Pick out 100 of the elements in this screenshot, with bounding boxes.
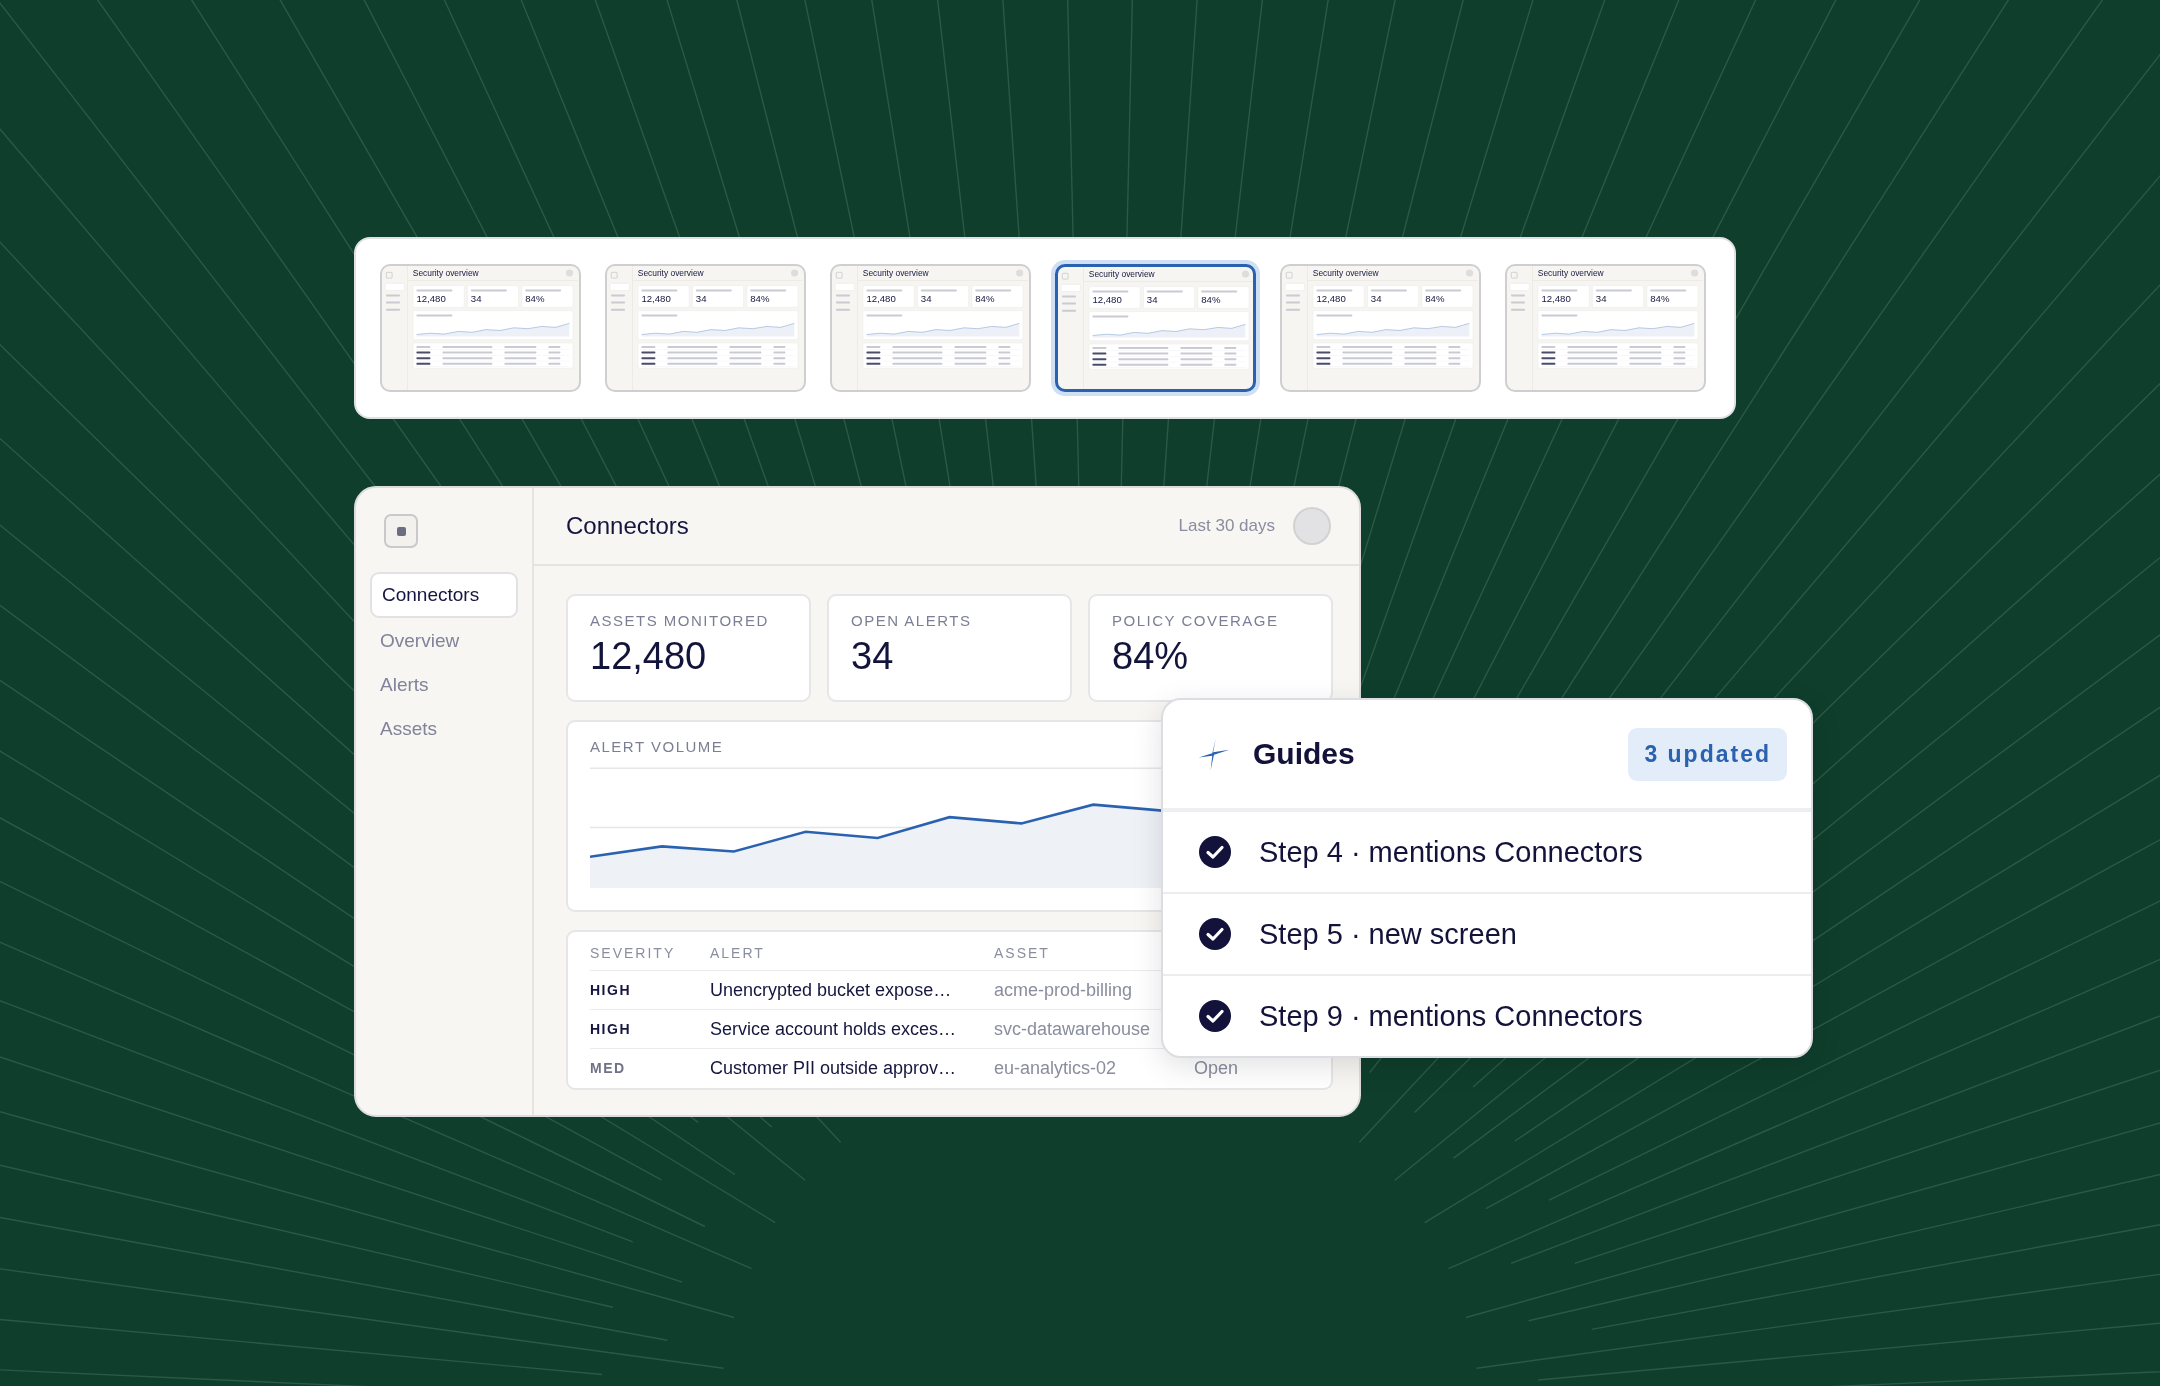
screen-title: Connectors: [566, 512, 690, 540]
cell-bar: [1541, 351, 1556, 354]
nav-item-bar: [836, 294, 850, 297]
kpi-value: 84%: [975, 293, 996, 305]
kpi-value: 84%: [1112, 635, 1190, 678]
cell-bar: [1316, 362, 1331, 365]
kpi-value: 34: [1146, 294, 1159, 306]
guide-item[interactable]: Step 9 · mentions Connectors: [1163, 976, 1811, 1056]
label-bar: [1541, 289, 1578, 292]
guide-item[interactable]: Step 5 · new screen: [1163, 894, 1811, 976]
cell-bar: [729, 351, 762, 354]
avatar-icon: [1016, 269, 1024, 277]
cell-bar: [442, 351, 493, 354]
kpi-value: 34: [470, 293, 483, 305]
screen-thumbnail[interactable]: Security overview 12,480 34 84%: [830, 264, 1031, 392]
nav-item-bar: [1062, 302, 1076, 305]
kpi-value: 12,480: [866, 293, 897, 305]
label-bar: [866, 314, 903, 317]
kpi-value: 34: [851, 635, 895, 678]
label-bar: [1146, 290, 1183, 293]
cell-bar: [1224, 352, 1237, 355]
cell-bar: [954, 362, 987, 365]
cell-bar: [1629, 362, 1662, 365]
kpi-value: 84%: [1425, 293, 1446, 305]
kpi-value: 12,480: [1316, 293, 1347, 305]
cell-bar: [1541, 362, 1556, 365]
cell-bar: [1404, 351, 1437, 354]
screen-thumbnail[interactable]: Security overview 12,480 34 84%: [1505, 264, 1706, 392]
nav-item[interactable]: Alerts: [370, 664, 518, 706]
cell-bar: [1629, 357, 1662, 360]
logo-icon: [384, 514, 418, 548]
kpi-value: 12,480: [590, 635, 708, 678]
label-bar: [920, 289, 957, 292]
cell-bar: [1567, 362, 1618, 365]
cell-bar: [1448, 362, 1461, 365]
cell-bar: [641, 357, 656, 360]
avatar-icon: [791, 269, 799, 277]
label-bar: [641, 289, 678, 292]
kpi-label: ASSETS MONITORED: [590, 612, 769, 629]
cell-bar: [892, 362, 943, 365]
cell-bar: [1180, 352, 1213, 355]
screen-title: Security overview: [637, 268, 705, 278]
nav-item[interactable]: Overview: [370, 620, 518, 662]
cell-bar: [504, 362, 537, 365]
kpi-label: POLICY COVERAGE: [1112, 612, 1279, 629]
nav-item-bar: [836, 308, 850, 311]
avatar-icon[interactable]: [1293, 507, 1331, 545]
cell-bar: [1404, 357, 1437, 360]
nav-item-bar: [386, 294, 400, 297]
cell-bar: [773, 362, 786, 365]
cell-bar: [548, 351, 561, 354]
cell-bar: [866, 357, 881, 360]
cell-bar: [1224, 358, 1237, 361]
label-bar: [641, 314, 678, 317]
screen-thumbnail[interactable]: Security overview 12,480 34 84%: [380, 264, 581, 392]
cell-bar: [1118, 352, 1169, 355]
cell-bar: [442, 357, 493, 360]
guide-item[interactable]: Step 4 · mentions Connectors: [1163, 812, 1811, 894]
cell-bar: [548, 362, 561, 365]
cell-bar: [1092, 352, 1107, 355]
cell-bar: [1404, 362, 1437, 365]
label-bar: [975, 289, 1012, 292]
avatar-icon: [1691, 269, 1699, 277]
label-bar: [1650, 289, 1687, 292]
nav-item-bar: [836, 301, 850, 304]
screen-thumbnail[interactable]: Security overview 12,480 34 84%: [1280, 264, 1481, 392]
table-cell: Open: [1194, 1057, 1239, 1079]
column-header: ASSET: [994, 945, 1051, 961]
nav-item-bar: [1511, 294, 1525, 297]
nav-item-bar: [611, 301, 625, 304]
cell-bar: [1673, 362, 1686, 365]
cell-bar: [892, 351, 943, 354]
cell-bar: [1567, 357, 1618, 360]
label-bar: [866, 289, 903, 292]
label-bar: [1370, 289, 1407, 292]
cell-bar: [1180, 358, 1213, 361]
nav-item-bar: [611, 308, 625, 311]
nav-item-bar: [386, 301, 400, 304]
cell-bar: [1342, 357, 1393, 360]
screen-thumbnail[interactable]: Security overview 12,480 34 84%: [605, 264, 806, 392]
screen-title: Security overview: [412, 268, 480, 278]
update-badge: 3 updated: [1628, 727, 1787, 781]
nav-item[interactable]: Connectors: [370, 572, 518, 618]
cell-bar: [1316, 351, 1331, 354]
nav-item-bar: [1511, 301, 1525, 304]
nav-item-bar: [1062, 309, 1076, 312]
cell-bar: [442, 362, 493, 365]
cell-bar: [866, 351, 881, 354]
cell-bar: [667, 351, 718, 354]
label-bar: [1316, 289, 1353, 292]
avatar-icon: [566, 269, 574, 277]
kpi-value: 12,480: [641, 293, 672, 305]
screen-title: Security overview: [862, 268, 930, 278]
cell-bar: [504, 351, 537, 354]
label-bar: [695, 289, 732, 292]
cell-bar: [548, 357, 561, 360]
kpi-value: 12,480: [416, 293, 447, 305]
table-cell-text: Customer PII outside approv…: [710, 1057, 958, 1079]
table-cell-text: svc-datawarehouse: [994, 1018, 1152, 1040]
cell-bar: [416, 357, 431, 360]
